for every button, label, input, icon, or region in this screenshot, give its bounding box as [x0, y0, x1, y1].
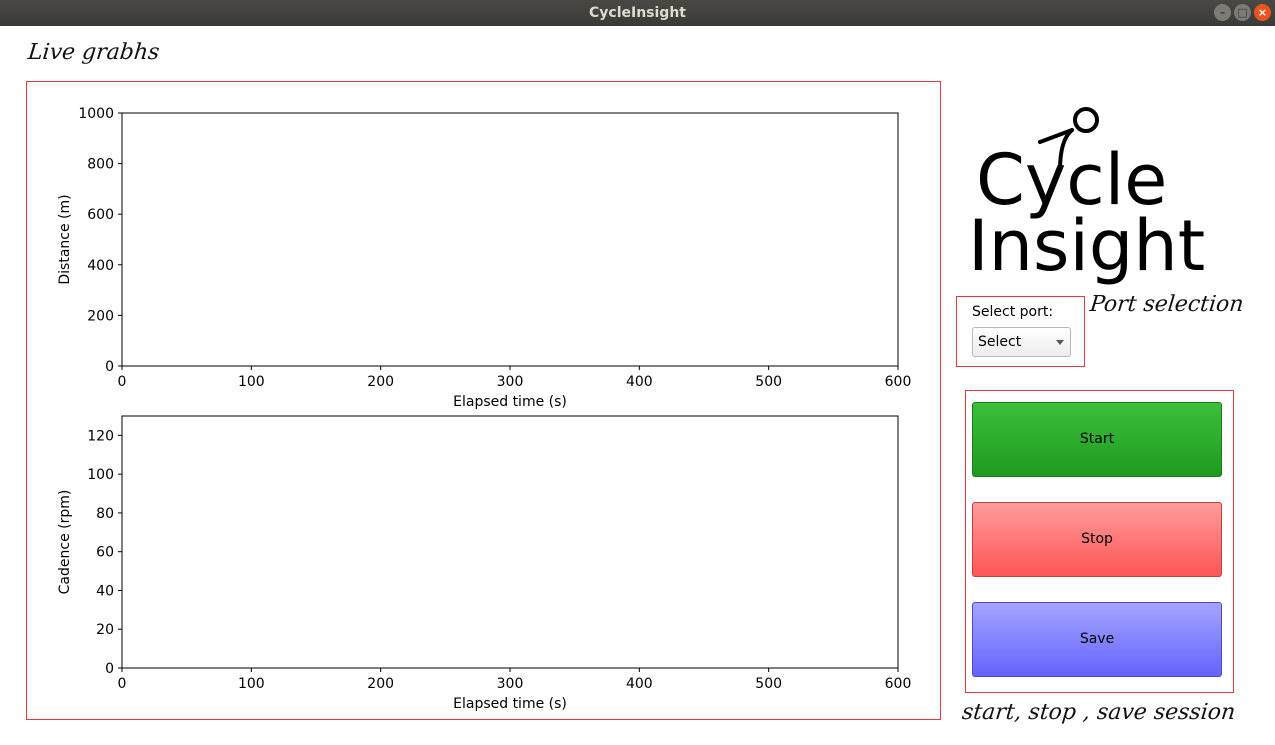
plot-area	[121, 112, 899, 367]
y-tick-label: 800	[87, 157, 114, 173]
distance-chart: 0 100 200 300 400 500 600 0 200 400 600 800 1000 Elap…	[57, 106, 911, 410]
plot-area	[121, 415, 899, 669]
y-tick-label: 80	[96, 506, 114, 522]
y-tick-label: 40	[96, 583, 114, 599]
y-tick-label: 20	[96, 622, 114, 638]
y-tick-label: 400	[87, 258, 114, 274]
x-axis-label: Elapsed time (s)	[453, 394, 567, 410]
y-tick-label: 600	[87, 207, 114, 223]
x-tick-label: 300	[497, 374, 524, 390]
x-tick-label: 100	[238, 676, 265, 692]
x-tick-label: 0	[118, 676, 127, 692]
y-tick-label: 60	[96, 545, 114, 561]
x-tick-label: 600	[885, 374, 912, 390]
port-select[interactable]: Select	[972, 327, 1071, 357]
y-tick-label: 0	[105, 359, 114, 375]
x-tick-label: 500	[755, 676, 782, 692]
cycleinsight-logo: Cycle Insight	[968, 107, 1205, 287]
y-tick-label: 200	[87, 308, 114, 324]
y-tick-label: 0	[105, 661, 114, 677]
x-tick-label: 100	[238, 374, 265, 390]
x-tick-label: 200	[367, 676, 394, 692]
x-tick-label: 200	[367, 374, 394, 390]
x-tick-label: 0	[118, 374, 127, 390]
x-tick-label: 500	[755, 374, 782, 390]
y-tick-label: 1000	[78, 106, 114, 122]
stop-button[interactable]: Stop	[972, 502, 1222, 577]
y-tick-label: 100	[87, 467, 114, 483]
port-label: Select port:	[972, 304, 1054, 320]
x-tick-label: 300	[497, 676, 524, 692]
port-select-value: Select	[978, 334, 1022, 350]
chevron-down-icon	[1056, 340, 1064, 345]
save-button[interactable]: Save	[972, 602, 1222, 677]
logo-text-insight: Insight	[968, 205, 1205, 287]
x-tick-label: 600	[885, 676, 912, 692]
y-tick-label: 120	[87, 428, 114, 444]
start-button[interactable]: Start	[972, 402, 1222, 477]
x-tick-label: 400	[626, 676, 653, 692]
x-tick-label: 400	[626, 374, 653, 390]
y-axis-label: Distance (m)	[57, 194, 73, 284]
cadence-chart: 0 100 200 300 400 500 600 0 20 40 60 80 100 120 Elapse…	[57, 415, 912, 712]
y-axis-label: Cadence (rpm)	[57, 490, 73, 595]
x-axis-label: Elapsed time (s)	[453, 696, 567, 712]
